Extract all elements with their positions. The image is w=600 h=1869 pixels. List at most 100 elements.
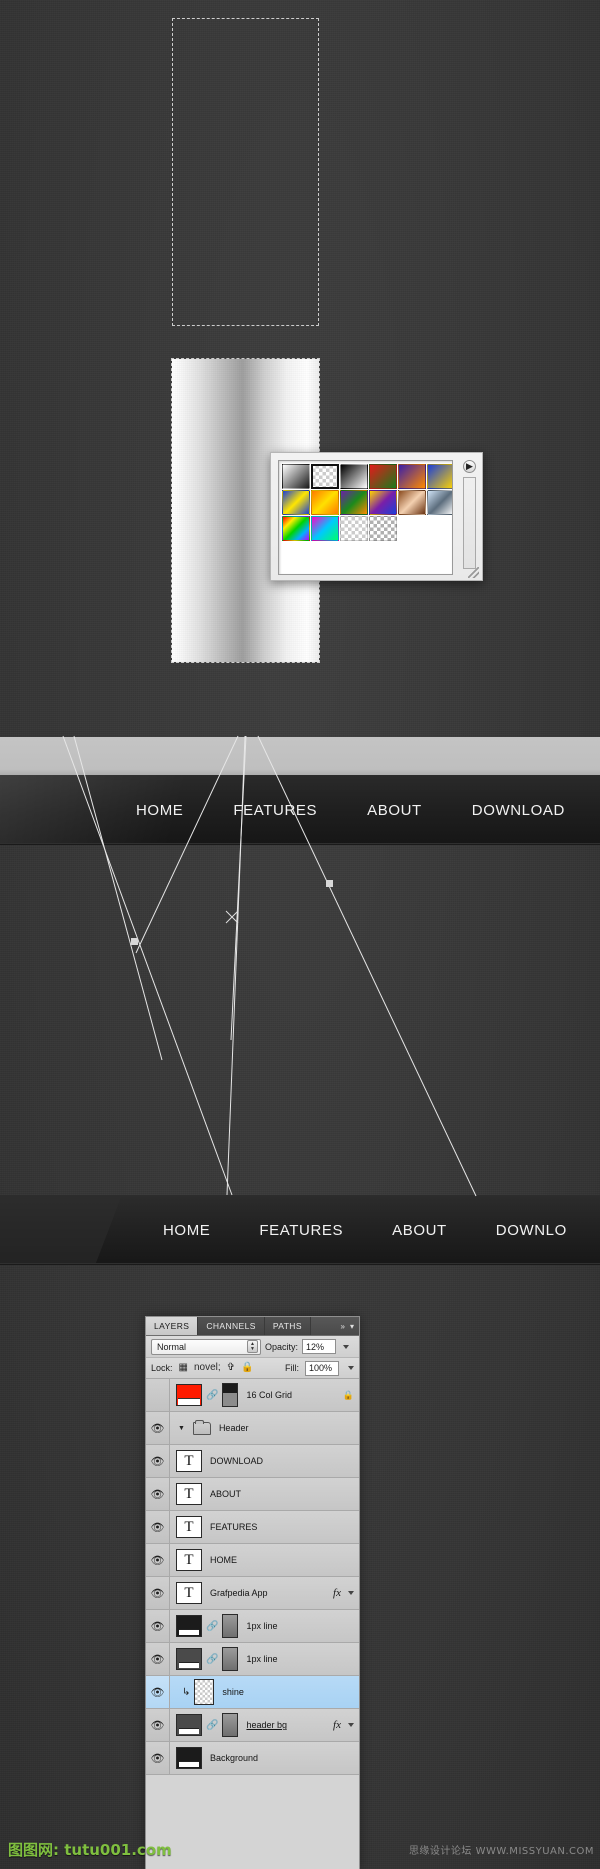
- blend-mode-select[interactable]: Normal ▲ ▼: [151, 1338, 261, 1355]
- panel-tab-paths[interactable]: PATHS: [264, 1317, 311, 1335]
- collapse-icon[interactable]: »: [341, 1322, 345, 1331]
- layer-thumbnail-area[interactable]: T: [170, 1483, 202, 1505]
- layer-thumbnail[interactable]: [176, 1384, 202, 1406]
- gradient-swatch-grid[interactable]: [279, 461, 452, 542]
- eye-icon[interactable]: 👁: [146, 1577, 170, 1609]
- layer-mask-thumbnail[interactable]: [222, 1647, 239, 1671]
- panel-tab-layers[interactable]: LAYERS: [146, 1317, 199, 1335]
- picker-menu-icon[interactable]: ▶: [463, 460, 476, 473]
- eye-icon[interactable]: 👁: [146, 1610, 170, 1642]
- nav-link-home[interactable]: HOME: [163, 1222, 210, 1239]
- layer-thumbnail-area[interactable]: 🔗: [170, 1614, 239, 1638]
- eye-icon[interactable]: 👁: [146, 1643, 170, 1675]
- gradient-swatch-orange-yellow-orange[interactable]: [311, 490, 339, 515]
- layer-name[interactable]: Grafpedia App: [210, 1588, 268, 1598]
- eye-icon[interactable]: 👁: [146, 1742, 170, 1774]
- layer-row[interactable]: 👁 Background: [146, 1742, 359, 1775]
- layer-row[interactable]: 👁 T DOWNLOAD: [146, 1445, 359, 1478]
- fx-chevron-down-icon[interactable]: [348, 1591, 354, 1595]
- link-mask-icon[interactable]: 🔗: [206, 1654, 218, 1665]
- eye-icon[interactable]: 👁: [146, 1544, 170, 1576]
- brush-lock-icon[interactable]: novel;: [194, 1363, 221, 1373]
- lock-icon-group[interactable]: ▦ novel; ✞ 🔒: [179, 1363, 254, 1373]
- gradient-swatch-spectrum[interactable]: [282, 516, 310, 541]
- layer-name[interactable]: Header: [219, 1423, 249, 1433]
- gradient-swatch-chrome[interactable]: [427, 490, 452, 515]
- eye-icon[interactable]: 👁: [146, 1676, 170, 1708]
- layer-thumbnail-area[interactable]: 🔗: [170, 1713, 239, 1737]
- eye-icon[interactable]: 👁: [146, 1412, 170, 1444]
- nav-items-2[interactable]: HOME FEATURES ABOUT DOWNLO: [0, 1195, 600, 1265]
- layer-thumbnail[interactable]: [194, 1679, 215, 1705]
- fill-chevron-down-icon[interactable]: [348, 1366, 354, 1370]
- layer-name[interactable]: Background: [210, 1753, 258, 1763]
- nav-link-features[interactable]: FEATURES: [259, 1222, 343, 1239]
- layer-name[interactable]: 1px line: [246, 1654, 277, 1664]
- layer-row[interactable]: 👁 T ABOUT: [146, 1478, 359, 1511]
- gradient-swatch-violet-green-orange[interactable]: [340, 490, 368, 515]
- opacity-value[interactable]: 12%: [302, 1339, 337, 1354]
- layer-mask-thumbnail[interactable]: [222, 1383, 239, 1407]
- layer-badges[interactable]: 🔒: [343, 1390, 359, 1401]
- layer-name[interactable]: 1px line: [246, 1621, 277, 1631]
- layer-name[interactable]: ABOUT: [210, 1489, 241, 1499]
- layer-thumbnail-area[interactable]: ▼: [170, 1419, 211, 1435]
- fill-value[interactable]: 100%: [305, 1360, 339, 1376]
- picker-scrollbar[interactable]: [463, 477, 476, 569]
- gradient-swatch-yellow-violet-orange-blue[interactable]: [369, 490, 397, 515]
- layer-thumbnail[interactable]: [176, 1648, 202, 1670]
- gradient-swatch-neutral-density[interactable]: [369, 516, 397, 541]
- layer-thumbnail-area[interactable]: ↳: [170, 1679, 215, 1705]
- layer-row[interactable]: 👁 ↳ shine: [146, 1676, 359, 1709]
- nav-link-about[interactable]: ABOUT: [392, 1222, 447, 1239]
- eye-hidden-icon[interactable]: [146, 1379, 170, 1411]
- gradient-swatch-black-to-white[interactable]: [340, 464, 368, 489]
- layer-row[interactable]: 👁 🔗 1px line: [146, 1643, 359, 1676]
- gradient-swatch-transparent-rainbow[interactable]: [311, 516, 339, 541]
- move-lock-icon[interactable]: ✞: [227, 1363, 235, 1373]
- gradient-picker-panel[interactable]: ▶: [270, 452, 483, 581]
- layer-thumbnail[interactable]: [176, 1747, 202, 1769]
- layer-badges[interactable]: fx: [333, 1719, 359, 1731]
- layer-thumbnail-area[interactable]: T: [170, 1516, 202, 1538]
- gradient-swatch-blue-red-yellow[interactable]: [427, 464, 452, 489]
- layer-name[interactable]: DOWNLOAD: [210, 1456, 263, 1466]
- text-layer-icon[interactable]: T: [176, 1549, 202, 1571]
- layer-name[interactable]: FEATURES: [210, 1522, 257, 1532]
- eye-icon[interactable]: 👁: [146, 1511, 170, 1543]
- layer-mask-thumbnail[interactable]: [222, 1713, 239, 1737]
- layer-name[interactable]: 16 Col Grid: [246, 1390, 292, 1400]
- fx-chevron-down-icon[interactable]: [348, 1723, 354, 1727]
- layer-thumbnail-area[interactable]: [170, 1747, 202, 1769]
- gradient-swatch-violet-orange[interactable]: [398, 464, 426, 489]
- gradient-swatch-red-green[interactable]: [369, 464, 397, 489]
- layer-thumbnail-area[interactable]: 🔗: [170, 1647, 239, 1671]
- layer-thumbnail[interactable]: [176, 1714, 202, 1736]
- link-mask-icon[interactable]: 🔗: [206, 1720, 218, 1731]
- empty-selection-marquee[interactable]: [172, 18, 319, 326]
- layer-row[interactable]: 👁 T HOME: [146, 1544, 359, 1577]
- panel-tab-channels[interactable]: CHANNELS: [198, 1317, 265, 1335]
- layer-name[interactable]: HOME: [210, 1555, 237, 1565]
- layer-row[interactable]: 👁 ▼ Header: [146, 1412, 359, 1445]
- panel-menu-icon[interactable]: ▾: [350, 1322, 354, 1331]
- nav-link-home[interactable]: HOME: [136, 802, 183, 819]
- nav-link-about[interactable]: ABOUT: [367, 802, 422, 819]
- eye-icon[interactable]: 👁: [146, 1445, 170, 1477]
- all-lock-icon[interactable]: 🔒: [241, 1363, 253, 1373]
- nav-items-1[interactable]: HOME FEATURES ABOUT DOWNLOAD: [0, 775, 600, 845]
- nav-link-features[interactable]: FEATURES: [233, 802, 317, 819]
- layer-thumbnail[interactable]: [176, 1615, 202, 1637]
- picker-resize-grip-icon[interactable]: [468, 567, 479, 578]
- text-layer-icon[interactable]: T: [176, 1516, 202, 1538]
- layer-row[interactable]: 👁 🔗 1px line: [146, 1610, 359, 1643]
- blend-mode-stepper-icon[interactable]: ▲ ▼: [247, 1340, 258, 1353]
- layer-row[interactable]: 👁 T Grafpedia App fx: [146, 1577, 359, 1610]
- layer-mask-thumbnail[interactable]: [222, 1614, 239, 1638]
- lock-row[interactable]: Lock: ▦ novel; ✞ 🔒 Fill: 100%: [146, 1358, 359, 1379]
- gradient-swatch-copper[interactable]: [398, 490, 426, 515]
- layers-list[interactable]: 🔗 16 Col Grid 🔒 👁 ▼ Header 👁 T DOWNLOAD 👁 T ABOUT 👁 T…: [146, 1379, 359, 1775]
- nav-link-downlo[interactable]: DOWNLO: [496, 1222, 567, 1239]
- gradient-swatch-transparent-stripes[interactable]: [340, 516, 368, 541]
- layer-row[interactable]: 👁 T FEATURES: [146, 1511, 359, 1544]
